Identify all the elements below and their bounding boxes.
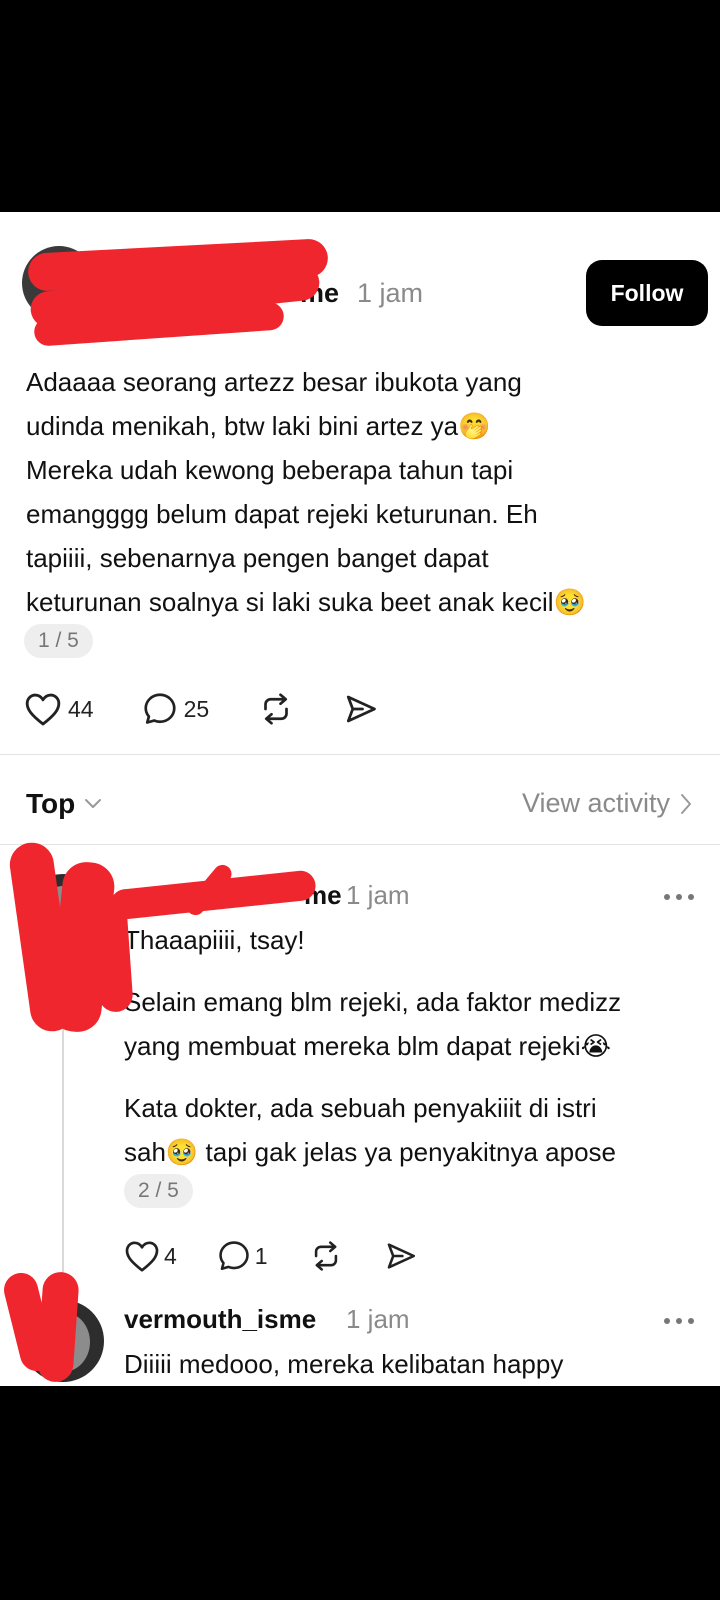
reply-time: 1 jam [346, 1304, 410, 1334]
comment-icon [143, 693, 176, 724]
sort-dropdown[interactable]: Top [26, 788, 103, 820]
like-button[interactable]: 4 [124, 1239, 177, 1273]
page-indicator: 1 / 5 [24, 624, 93, 658]
heart-icon [25, 693, 61, 726]
post-line: Mereka udah kewong beberapa tahun tapi [26, 455, 514, 485]
share-button[interactable] [343, 691, 379, 727]
follow-button[interactable]: Follow [586, 260, 708, 326]
comment-count: 25 [183, 695, 210, 722]
post-line: keturunan soalnya si laki suka beet anak… [26, 587, 586, 617]
reply-line: yang membuat mereka blm dapat rejeki😭 [124, 1031, 612, 1061]
reply-line: Diiiii medooo, mereka kelibatan happy [124, 1349, 564, 1379]
post-time: 1 jam [357, 278, 424, 308]
post-line: Adaaaa seorang artezz besar ibukota yang [26, 367, 522, 397]
post-line: emangggg belum dapat rejeki keturunan. E… [26, 499, 538, 529]
censor-scribble [36, 1270, 80, 1384]
like-count: 4 [164, 1242, 177, 1269]
reply-time: 1 jam [346, 880, 410, 910]
sort-label: Top [26, 788, 76, 819]
comment-button[interactable]: 1 [217, 1239, 268, 1273]
post-text: Adaaaa seorang artezz besar ibukota yang… [26, 360, 706, 624]
reply-line: sah🥹 tapi gak jelas ya penyakitnya apose [124, 1137, 617, 1167]
share-icon [347, 695, 377, 723]
repost-button[interactable] [308, 1239, 344, 1273]
replies-sort-bar: Top View activity [0, 756, 720, 856]
thread-view: me 1 jam Follow Adaaaa seorang artezz be… [0, 212, 720, 1386]
post-line: udinda menikah, btw laki bini artez ya🤭 [26, 411, 491, 441]
more-icon[interactable] [664, 1318, 694, 1324]
navigation-bar-area [0, 1386, 720, 1600]
status-bar-area [0, 0, 720, 212]
page-indicator: 2 / 5 [124, 1174, 193, 1208]
heart-icon [125, 1241, 159, 1272]
view-activity-label: View activity [521, 788, 670, 818]
divider [0, 844, 720, 845]
chevron-right-icon [681, 793, 691, 814]
reply-username[interactable]: vermouth_isme [124, 1304, 316, 1335]
reply-line: Selain emang blm rejeki, ada faktor medi… [124, 987, 622, 1017]
chevron-down-icon [85, 799, 102, 808]
reply-text: Thaaapiiii, tsay! Selain emang blm rejek… [124, 918, 704, 1174]
repost-button[interactable] [257, 691, 295, 727]
like-count: 44 [68, 695, 94, 722]
comment-button[interactable]: 25 [142, 691, 210, 727]
repost-icon [314, 1241, 337, 1271]
more-icon[interactable] [664, 894, 694, 900]
reply-line: Kata dokter, ada sebuah penyakiiit di is… [124, 1093, 597, 1123]
reply-line: Thaaapiiii, tsay! [124, 925, 305, 955]
share-icon [387, 1243, 415, 1269]
reply-text: Diiiii medooo, mereka kelibatan happy [124, 1342, 704, 1386]
comment-icon [219, 1241, 249, 1271]
repost-icon [264, 693, 289, 725]
view-activity-link[interactable]: View activity [522, 788, 692, 819]
like-button[interactable]: 44 [24, 691, 94, 727]
share-button[interactable] [384, 1239, 418, 1273]
post-actions: 44 25 [24, 684, 427, 734]
post-line: tapiiii, sebenarnya pengen banget dapat [26, 543, 489, 573]
reply-actions: 4 1 [124, 1232, 458, 1280]
comment-count: 1 [254, 1242, 268, 1269]
divider [0, 754, 720, 755]
